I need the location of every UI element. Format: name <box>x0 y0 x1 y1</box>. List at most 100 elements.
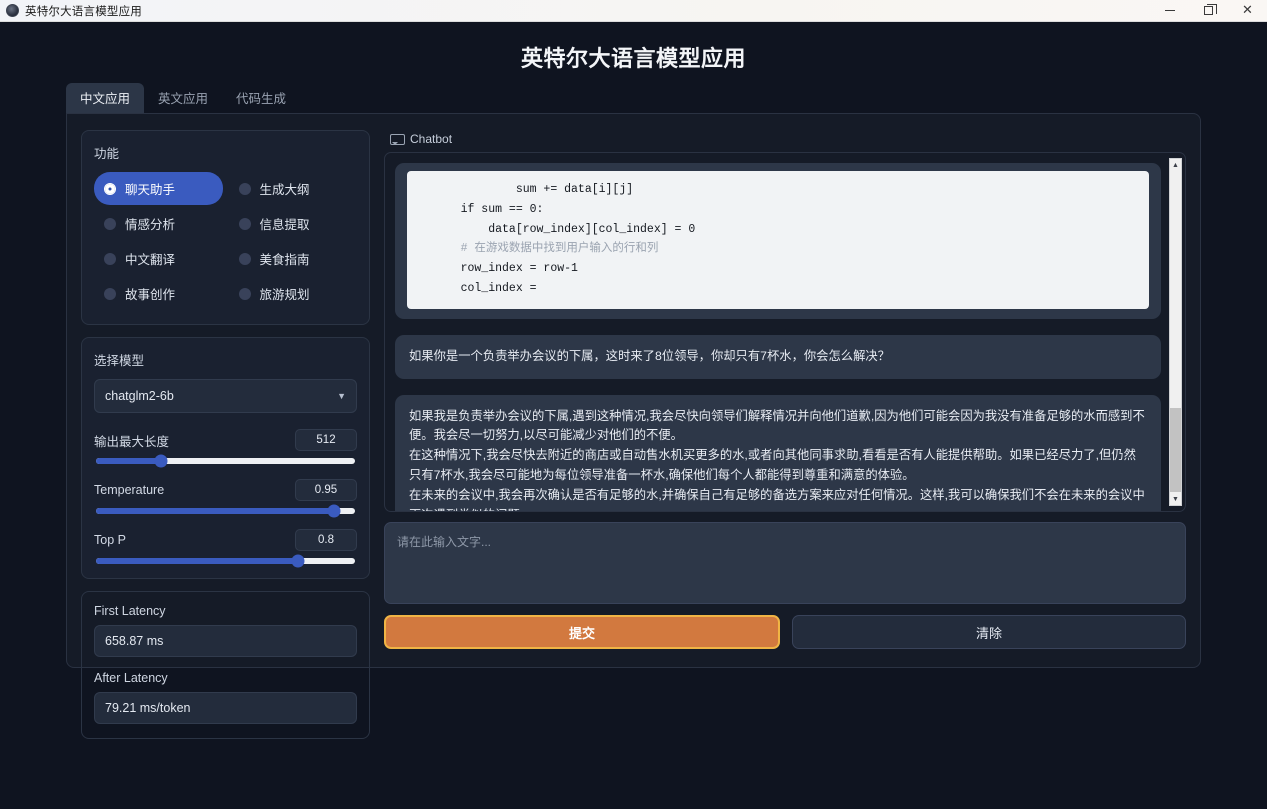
bot-answer-line-1: 如果我是负责举办会议的下属,遇到这种情况,我会尽快向领导们解释情况并向他们道歉,… <box>409 407 1147 447</box>
function-option-label: 信息提取 <box>260 214 310 233</box>
slider-value[interactable]: 0.95 <box>295 479 357 501</box>
code-comment: # 在游戏数据中找到用户输入的行和列 <box>433 242 658 255</box>
slider-track[interactable] <box>96 558 355 564</box>
radio-dot-icon <box>239 183 251 195</box>
code-block: sum += data[i][j] if sum == 0: data[row_… <box>407 171 1149 309</box>
first-latency-value: 658.87 ms <box>94 625 357 657</box>
radio-dot-icon <box>104 288 116 300</box>
chat-bubble-bot: sum += data[i][j] if sum == 0: data[row_… <box>395 163 1161 319</box>
function-option-label: 情感分析 <box>125 214 175 233</box>
slider-track[interactable] <box>96 508 355 514</box>
chat-message-user: 如果你是一个负责举办会议的下属，这时来了8位领导，你却只有7杯水，你会怎么解决？ <box>395 335 1161 379</box>
slider-label: Temperature <box>94 483 164 497</box>
slider-value[interactable]: 0.8 <box>295 529 357 551</box>
slider-fill <box>96 458 161 464</box>
function-option-info-extract[interactable]: 信息提取 <box>229 207 358 240</box>
code-body-tail: row_index = row-1 col_index = <box>433 262 578 295</box>
function-option-travel-plan[interactable]: 旅游规划 <box>229 277 358 310</box>
slider-knob[interactable] <box>328 505 341 518</box>
close-icon: ✕ <box>1242 4 1253 17</box>
chatbot-label-text: Chatbot <box>410 132 452 146</box>
bot-answer-line-2: 在这种情况下,我会尽快去附近的商店或自动售水机买更多的水,或者向其他同事求助,看… <box>409 446 1147 486</box>
minimize-button[interactable] <box>1150 0 1189 21</box>
scrollbar-thumb[interactable] <box>1170 408 1181 492</box>
tab-code-gen[interactable]: 代码生成 <box>222 83 300 113</box>
after-latency-value: 79.21 ms/token <box>94 692 357 724</box>
function-option-label: 故事创作 <box>125 284 175 303</box>
function-option-label: 旅游规划 <box>260 284 310 303</box>
function-option-chat-assistant[interactable]: 聊天助手 <box>94 172 223 205</box>
right-column: Chatbot sum += data[i][j] if sum == 0: d… <box>384 130 1186 649</box>
radio-dot-icon <box>104 183 116 195</box>
chat-message-bot: 如果我是负责举办会议的下属,遇到这种情况,我会尽快向领导们解释情况并向他们道歉,… <box>395 395 1161 512</box>
chat-bubble-bot-answer: 如果我是负责举办会议的下属,遇到这种情况,我会尽快向领导们解释情况并向他们道歉,… <box>395 395 1161 512</box>
model-select-value: chatglm2-6b <box>105 389 174 403</box>
function-option-label: 中文翻译 <box>125 249 175 268</box>
chat-bubble-user: 如果你是一个负责举办会议的下属，这时来了8位领导，你却只有7杯水，你会怎么解决？ <box>395 335 1161 379</box>
scroll-down-arrow-icon[interactable]: ▼ <box>1170 493 1181 505</box>
slider-temperature: Temperature 0.95 <box>94 479 357 514</box>
function-option-sentiment[interactable]: 情感分析 <box>94 207 223 240</box>
radio-dot-icon <box>239 288 251 300</box>
window-titlebar: 英特尔大语言模型应用 ✕ <box>0 0 1267 22</box>
radio-dot-icon <box>239 218 251 230</box>
tab-bar: 中文应用 英文应用 代码生成 <box>66 87 1267 113</box>
functions-label: 功能 <box>94 143 357 162</box>
chat-bubble-icon <box>390 134 403 145</box>
slider-max-length: 输出最大长度 512 <box>94 429 357 464</box>
code-body: sum += data[i][j] if sum == 0: data[row_… <box>433 183 695 236</box>
slider-top-p: Top P 0.8 <box>94 529 357 564</box>
function-option-chinese-translate[interactable]: 中文翻译 <box>94 242 223 275</box>
chatbot-label: Chatbot <box>384 130 1186 152</box>
after-latency-label: After Latency <box>94 671 357 685</box>
function-option-label: 美食指南 <box>260 249 310 268</box>
tab-chinese-app[interactable]: 中文应用 <box>66 83 144 113</box>
tab-panel: 功能 聊天助手 生成大纲 情感分析 <box>66 113 1201 668</box>
function-option-label: 生成大纲 <box>260 179 310 198</box>
radio-dot-icon <box>104 218 116 230</box>
first-latency-label: First Latency <box>94 604 357 618</box>
slider-value[interactable]: 512 <box>295 429 357 451</box>
functions-card: 功能 聊天助手 生成大纲 情感分析 <box>81 130 370 325</box>
chevron-down-icon: ▼ <box>337 391 346 401</box>
chat-scroll-area: sum += data[i][j] if sum == 0: data[row_… <box>385 153 1185 511</box>
slider-fill <box>96 558 298 564</box>
bot-answer-line-3: 在未来的会议中,我会再次确认是否有足够的水,并确保自己有足够的备选方案来应对任何… <box>409 486 1147 511</box>
app-body: 英特尔大语言模型应用 中文应用 英文应用 代码生成 功能 聊天助手 生成大纲 <box>0 22 1267 809</box>
slider-knob[interactable] <box>292 555 305 568</box>
slider-label: Top P <box>94 533 126 547</box>
model-select-label: 选择模型 <box>94 350 357 369</box>
function-option-food-guide[interactable]: 美食指南 <box>229 242 358 275</box>
latency-card: First Latency 658.87 ms After Latency 79… <box>81 591 370 739</box>
chat-message-code: sum += data[i][j] if sum == 0: data[row_… <box>395 163 1161 319</box>
radio-dot-icon <box>239 253 251 265</box>
model-select-dropdown[interactable]: chatglm2-6b ▼ <box>94 379 357 413</box>
window-title: 英特尔大语言模型应用 <box>25 3 142 19</box>
submit-button[interactable]: 提交 <box>384 615 780 649</box>
message-input[interactable]: 请在此输入文字... <box>384 522 1186 604</box>
chat-window[interactable]: sum += data[i][j] if sum == 0: data[row_… <box>384 152 1186 512</box>
maximize-icon <box>1204 6 1213 15</box>
model-settings-card: 选择模型 chatglm2-6b ▼ 输出最大长度 512 <box>81 337 370 579</box>
app-icon <box>6 4 19 17</box>
minimize-icon <box>1165 10 1175 11</box>
tab-english-app[interactable]: 英文应用 <box>144 83 222 113</box>
function-option-outline-gen[interactable]: 生成大纲 <box>229 172 358 205</box>
window-controls: ✕ <box>1150 0 1267 21</box>
function-option-story-writing[interactable]: 故事创作 <box>94 277 223 310</box>
function-option-label: 聊天助手 <box>125 179 175 198</box>
functions-radio-group: 聊天助手 生成大纲 情感分析 信息提取 <box>94 172 357 310</box>
close-button[interactable]: ✕ <box>1228 0 1267 21</box>
maximize-button[interactable] <box>1189 0 1228 21</box>
left-column: 功能 聊天助手 生成大纲 情感分析 <box>81 130 370 649</box>
scroll-up-arrow-icon[interactable]: ▲ <box>1170 159 1181 171</box>
slider-label: 输出最大长度 <box>94 431 169 450</box>
clear-button[interactable]: 清除 <box>792 615 1186 649</box>
chat-scrollbar[interactable]: ▲ ▼ <box>1169 158 1182 506</box>
slider-fill <box>96 508 334 514</box>
radio-dot-icon <box>104 253 116 265</box>
slider-knob[interactable] <box>154 455 167 468</box>
page-title: 英特尔大语言模型应用 <box>0 22 1267 73</box>
action-button-row: 提交 清除 <box>384 615 1186 649</box>
slider-track[interactable] <box>96 458 355 464</box>
